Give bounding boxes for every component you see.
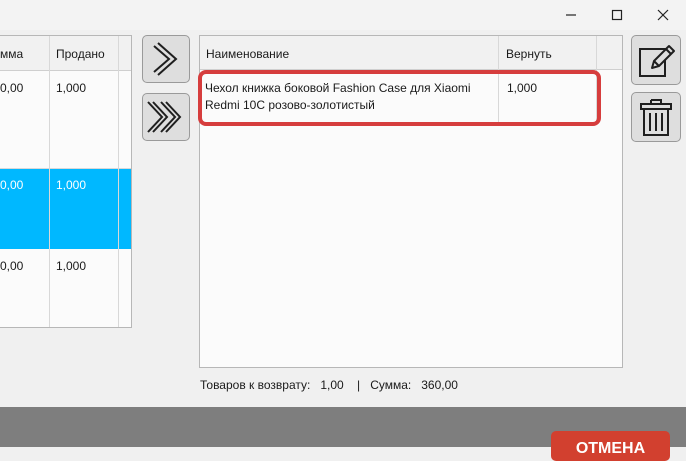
column-divider <box>49 36 50 327</box>
minimize-button[interactable] <box>548 0 594 30</box>
column-header-name: Наименование <box>206 47 290 61</box>
delete-button[interactable] <box>631 92 681 142</box>
highlight-box <box>198 70 601 126</box>
sum-cell: 0,00 <box>0 259 24 273</box>
column-divider <box>118 36 119 327</box>
close-icon <box>657 9 669 21</box>
sold-items-table[interactable]: мма Продано 0,00 1,000 0,00 1,000 0,00 1… <box>0 35 132 328</box>
row-divider <box>0 168 131 169</box>
minimize-icon <box>566 14 576 16</box>
trash-icon <box>640 99 672 136</box>
column-header-return: Вернуть <box>506 47 552 61</box>
items-to-return-label: Товаров к возврату: <box>200 378 311 392</box>
column-header-sum: мма <box>0 47 24 61</box>
double-chevron-right-icon <box>147 101 182 133</box>
sold-cell: 1,000 <box>56 81 87 95</box>
maximize-icon <box>611 9 623 21</box>
sum-value: 360,00 <box>421 378 458 392</box>
close-button[interactable] <box>640 0 686 30</box>
table-header: мма Продано <box>0 36 131 71</box>
cancel-button[interactable]: ОТМЕНА <box>551 431 670 461</box>
items-to-return-value: 1,00 <box>320 378 344 392</box>
move-one-button[interactable] <box>142 35 190 83</box>
column-divider <box>596 36 597 70</box>
column-divider <box>498 36 499 70</box>
sum-cell: 0,00 <box>0 81 24 95</box>
edit-icon <box>639 45 675 77</box>
title-bar <box>0 0 686 30</box>
summary-separator: | <box>357 378 361 392</box>
sum-cell: 0,00 <box>0 178 24 192</box>
sum-label: Сумма: <box>370 378 412 392</box>
table-row[interactable]: 0,00 1,000 <box>0 71 131 152</box>
maximize-button[interactable] <box>594 0 640 30</box>
edit-button[interactable] <box>631 35 681 85</box>
column-header-sold: Продано <box>56 47 105 61</box>
chevron-right-icon <box>153 42 178 76</box>
sold-cell: 1,000 <box>56 178 87 192</box>
move-all-button[interactable] <box>142 93 190 141</box>
table-row-selected[interactable]: 0,00 1,000 <box>0 168 131 249</box>
table-row[interactable]: 0,00 1,000 <box>0 249 131 327</box>
table-header: Наименование Вернуть <box>200 36 622 70</box>
sold-cell: 1,000 <box>56 259 87 273</box>
return-summary: Товаров к возврату: 1,00 | Сумма: 360,00 <box>200 378 458 392</box>
